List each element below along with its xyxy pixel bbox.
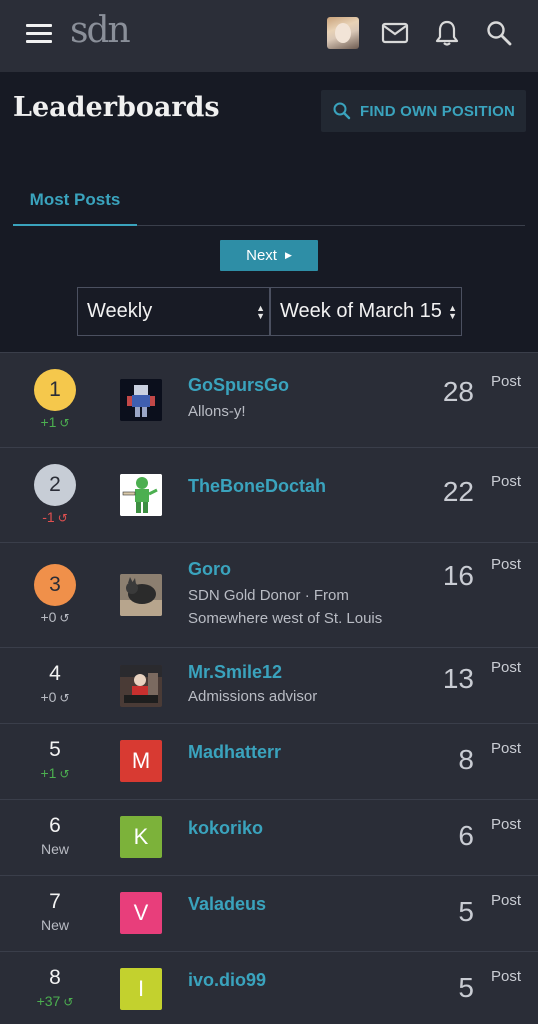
top-navigation-bar: sdn bbox=[0, 0, 538, 72]
post-count: 28 bbox=[442, 376, 474, 407]
rank-change: +1 ↺ bbox=[40, 765, 70, 781]
user-title: SDN Gold Donor · From Somewhere west of … bbox=[188, 587, 383, 627]
username-link[interactable]: kokoriko bbox=[188, 818, 263, 839]
rank-number: 4 bbox=[49, 662, 61, 685]
search-icon[interactable] bbox=[484, 18, 514, 48]
rank-change: +1 ↺ bbox=[40, 414, 70, 430]
caret-right-icon: ▶ bbox=[284, 250, 292, 260]
user-avatar-icon[interactable] bbox=[327, 17, 359, 49]
rank-change: New bbox=[40, 841, 69, 857]
select-arrows-icon: ▲ ▼ bbox=[256, 303, 265, 321]
site-logo[interactable]: sdn bbox=[70, 10, 131, 51]
leaderboard-tabs: Most Posts bbox=[13, 176, 525, 226]
post-count: 13 bbox=[442, 663, 474, 694]
hamburger-menu-icon[interactable] bbox=[26, 24, 52, 44]
post-count: 22 bbox=[442, 476, 474, 507]
history-icon: ↺ bbox=[59, 611, 70, 625]
leaderboard-row: 1 +1 ↺ GoSpursGo Allons-y! 28 Post bbox=[0, 352, 538, 447]
period-select[interactable]: Weekly ▲ ▼ bbox=[77, 287, 270, 336]
post-unit-label: Post bbox=[491, 816, 522, 833]
rank-number: 6 bbox=[49, 814, 61, 837]
leaderboard-row: 2 -1 ↺ TheBoneDoctah 22 Post bbox=[0, 447, 538, 542]
find-own-position-button[interactable]: FIND OWN POSITION bbox=[321, 90, 526, 132]
leaderboard-row: 6 New K kokoriko 6 Post bbox=[0, 799, 538, 875]
username-link[interactable]: Goro bbox=[188, 559, 231, 580]
avatar[interactable]: I bbox=[120, 968, 162, 1010]
bell-icon[interactable] bbox=[432, 18, 462, 48]
bronze-medal-badge: 3 bbox=[34, 564, 76, 606]
rank-number: 8 bbox=[49, 966, 61, 989]
select-arrows-icon: ▲ ▼ bbox=[448, 303, 457, 321]
post-count: 5 bbox=[458, 972, 474, 1003]
rank-number: 7 bbox=[49, 890, 61, 913]
tab-most-posts[interactable]: Most Posts bbox=[13, 176, 137, 226]
avatar[interactable]: M bbox=[120, 740, 162, 782]
post-count: 6 bbox=[458, 820, 474, 851]
avatar[interactable] bbox=[120, 474, 162, 516]
history-icon: ↺ bbox=[59, 416, 70, 430]
username-link[interactable]: Valadeus bbox=[188, 894, 266, 915]
next-button[interactable]: Next ▶ bbox=[220, 240, 318, 271]
rank-change: +0 ↺ bbox=[40, 689, 70, 705]
username-link[interactable]: GoSpursGo bbox=[188, 375, 289, 396]
leaderboard-row: 8 +37 ↺ I ivo.dio99 5 Post bbox=[0, 951, 538, 1024]
leaderboard-list: 1 +1 ↺ GoSpursGo Allons-y! 28 Post 2 -1 ↺ bbox=[0, 352, 538, 1024]
history-icon: ↺ bbox=[63, 995, 74, 1009]
post-count: 8 bbox=[458, 744, 474, 775]
week-select[interactable]: Week of March 15 ▲ ▼ bbox=[270, 287, 462, 336]
rank-change: +0 ↺ bbox=[40, 609, 70, 625]
avatar[interactable] bbox=[120, 665, 162, 707]
username-link[interactable]: ivo.dio99 bbox=[188, 970, 266, 991]
username-link[interactable]: TheBoneDoctah bbox=[188, 476, 326, 497]
post-unit-label: Post bbox=[491, 373, 522, 390]
history-icon: ↺ bbox=[57, 511, 68, 525]
avatar[interactable] bbox=[120, 379, 162, 421]
username-link[interactable]: Madhatterr bbox=[188, 742, 281, 763]
post-unit-label: Post bbox=[491, 556, 522, 573]
history-icon: ↺ bbox=[59, 767, 70, 781]
leaderboard-row: 7 New V Valadeus 5 Post bbox=[0, 875, 538, 951]
leaderboard-row: 5 +1 ↺ M Madhatterr 8 Post bbox=[0, 723, 538, 799]
avatar[interactable]: K bbox=[120, 816, 162, 858]
silver-medal-badge: 2 bbox=[34, 464, 76, 506]
post-count: 5 bbox=[458, 896, 474, 927]
post-unit-label: Post bbox=[491, 892, 522, 909]
avatar[interactable]: V bbox=[120, 892, 162, 934]
search-icon bbox=[333, 102, 351, 120]
post-unit-label: Post bbox=[491, 473, 522, 490]
rank-number: 5 bbox=[49, 738, 61, 761]
rank-change: +37 ↺ bbox=[36, 993, 74, 1009]
gold-medal-badge: 1 bbox=[34, 369, 76, 411]
rank-change: -1 ↺ bbox=[42, 509, 68, 525]
week-select-value: Week of March 15 bbox=[280, 300, 442, 322]
rank-change: New bbox=[40, 917, 69, 933]
period-select-value: Weekly bbox=[87, 300, 153, 322]
user-title: Admissions advisor bbox=[188, 688, 318, 705]
avatar[interactable] bbox=[120, 574, 162, 616]
post-unit-label: Post bbox=[491, 968, 522, 985]
username-link[interactable]: Mr.Smile12 bbox=[188, 662, 282, 683]
find-own-position-label: FIND OWN POSITION bbox=[359, 102, 516, 120]
page-title: Leaderboards bbox=[13, 92, 220, 123]
history-icon: ↺ bbox=[59, 691, 70, 705]
leaderboard-row: 4 +0 ↺ Mr.Smile12 Admissions advisor 13 P… bbox=[0, 647, 538, 723]
leaderboard-row: 3 +0 ↺ Goro SDN Gold Donor · From Somewhe… bbox=[0, 542, 538, 647]
post-unit-label: Post bbox=[491, 659, 522, 676]
mail-icon[interactable] bbox=[380, 18, 410, 48]
post-unit-label: Post bbox=[491, 740, 522, 757]
user-title: Allons-y! bbox=[188, 403, 246, 420]
post-count: 16 bbox=[442, 560, 474, 591]
next-button-label: Next bbox=[246, 247, 277, 264]
